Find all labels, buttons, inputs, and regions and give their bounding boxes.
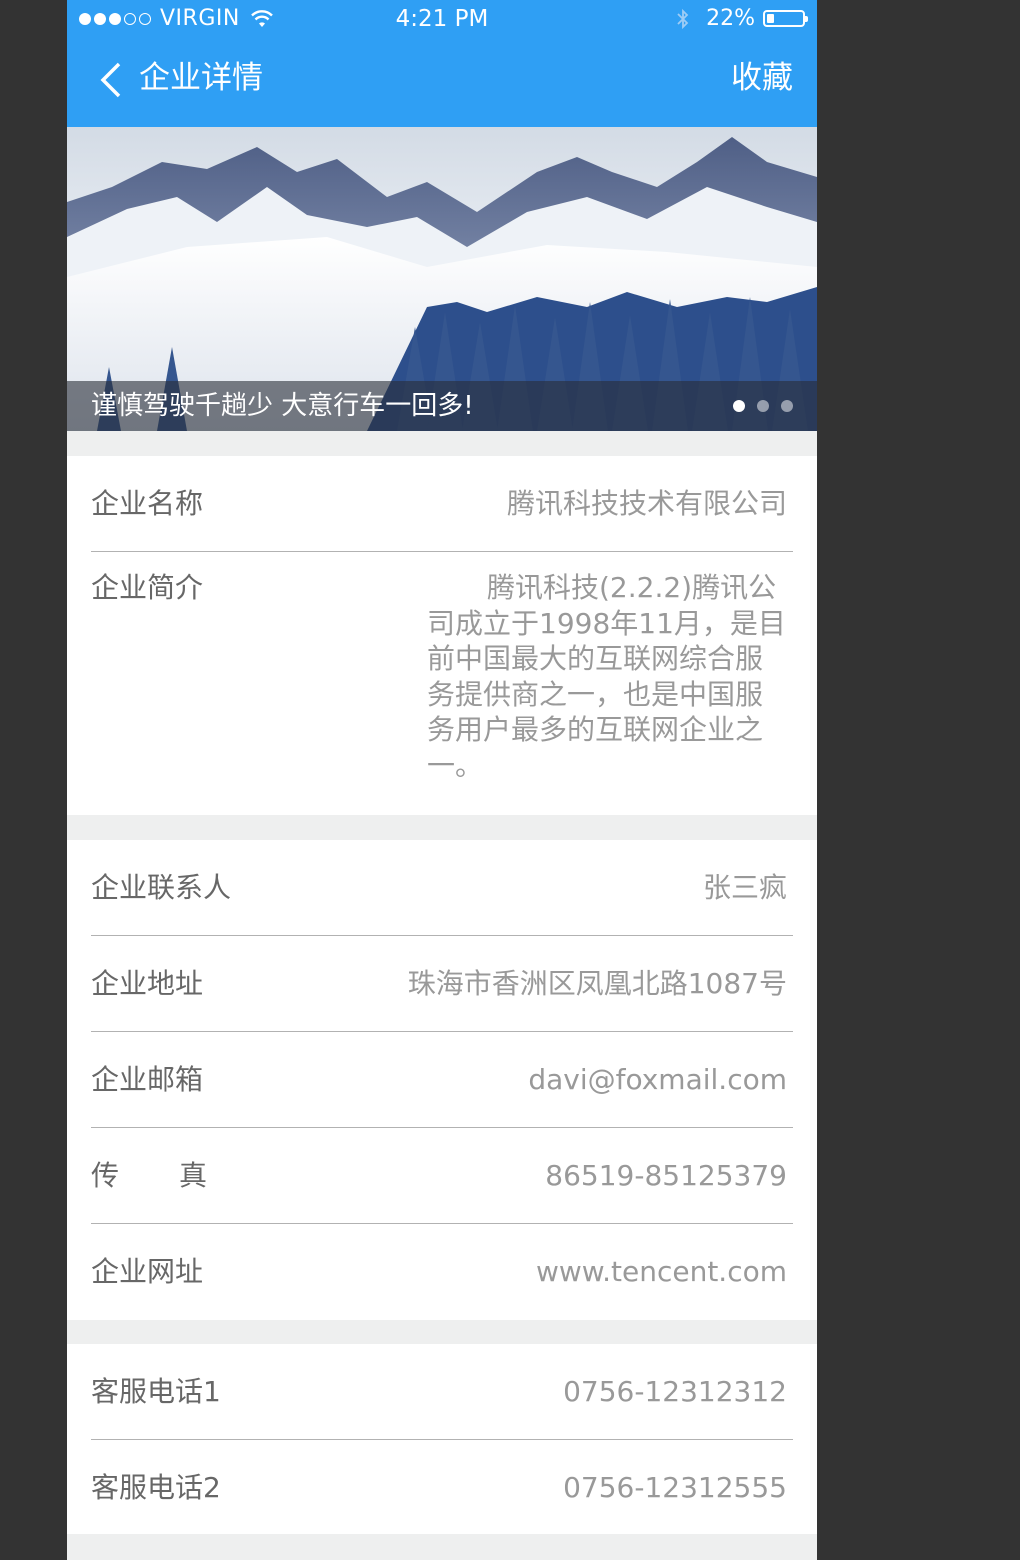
address-row: 企业地址 珠海市香洲区凤凰北路1087号 — [91, 936, 793, 1032]
chevron-left-icon[interactable] — [99, 60, 123, 100]
carousel-dot-3[interactable] — [781, 400, 793, 412]
address-label: 企业地址 — [91, 967, 204, 1000]
contact-person-row: 企业联系人 张三疯 — [91, 840, 793, 936]
company-name-value: 腾讯科技技术有限公司 — [506, 487, 787, 520]
contact-person-value: 张三疯 — [702, 871, 787, 904]
battery-percent: 22% — [706, 6, 755, 31]
status-bar: VIRGIN 4:21 PM 22% — [67, 0, 817, 40]
website-value[interactable]: www.tencent.com — [536, 1254, 787, 1290]
email-label: 企业邮箱 — [91, 1063, 204, 1096]
favorite-button[interactable]: 收藏 — [731, 58, 793, 98]
service-phone-2-label: 客服电话2 — [91, 1471, 221, 1504]
company-name-row: 企业名称 腾讯科技技术有限公司 — [91, 456, 793, 552]
fax-label-char-1: 传 — [91, 1159, 120, 1192]
nav-bar: 企业详情 收藏 — [67, 48, 817, 112]
company-name-label: 企业名称 — [91, 487, 204, 520]
website-label: 企业网址 — [91, 1255, 204, 1288]
battery-icon — [763, 10, 808, 27]
company-info-section: 企业名称 腾讯科技技术有限公司 企业简介 腾讯科技(2.2.2)腾讯公司成立于1… — [67, 456, 817, 815]
email-row[interactable]: 企业邮箱 davi@foxmail.com — [91, 1032, 793, 1128]
page-title: 企业详情 — [139, 60, 263, 96]
carousel-indicators — [721, 400, 793, 412]
banner-caption-bar: 谨慎驾驶千趟少 大意行车一回多! — [67, 381, 817, 431]
carousel-dot-2[interactable] — [757, 400, 769, 412]
company-intro-value: 腾讯科技(2.2.2)腾讯公司成立于1998年11月，是目前中国最大的互联网综合… — [427, 571, 786, 782]
company-intro-row: 企业简介 腾讯科技(2.2.2)腾讯公司成立于1998年11月，是目前中国最大的… — [91, 552, 793, 815]
banner-carousel[interactable]: 谨慎驾驶千趟少 大意行车一回多! — [67, 127, 817, 431]
service-phone-2-row[interactable]: 客服电话2 0756-12312555 — [91, 1440, 793, 1534]
battery-fill — [767, 14, 774, 23]
phone-screen: VIRGIN 4:21 PM 22% 企业详情 收藏 谨慎驾驶千趟少 大意行车一… — [67, 0, 817, 1560]
banner-caption: 谨慎驾驶千趟少 大意行车一回多! — [91, 391, 474, 421]
address-value: 珠海市香洲区凤凰北路1087号 — [407, 967, 787, 1000]
app-header: VIRGIN 4:21 PM 22% 企业详情 收藏 — [67, 0, 817, 127]
service-phone-1-row[interactable]: 客服电话1 0756-12312312 — [91, 1344, 793, 1440]
fax-label: 传真 — [91, 1158, 207, 1194]
service-phone-2-value[interactable]: 0756-12312555 — [563, 1470, 787, 1506]
carousel-dot-1[interactable] — [733, 400, 745, 412]
service-phone-1-label: 客服电话1 — [91, 1375, 221, 1408]
website-row[interactable]: 企业网址 www.tencent.com — [91, 1224, 793, 1320]
service-phone-section: 客服电话1 0756-12312312 客服电话2 0756-12312555 — [67, 1344, 817, 1534]
fax-value: 86519-85125379 — [545, 1159, 787, 1192]
email-value[interactable]: davi@foxmail.com — [528, 1062, 787, 1098]
contact-person-label: 企业联系人 — [91, 871, 232, 904]
fax-label-char-2: 真 — [179, 1159, 208, 1192]
contact-info-section: 企业联系人 张三疯 企业地址 珠海市香洲区凤凰北路1087号 企业邮箱 davi… — [67, 840, 817, 1320]
company-intro-label: 企业简介 — [91, 571, 204, 604]
status-right: 22% — [676, 6, 808, 31]
service-phone-1-value[interactable]: 0756-12312312 — [563, 1374, 787, 1410]
bluetooth-icon — [677, 8, 689, 29]
fax-row: 传真 86519-85125379 — [91, 1128, 793, 1224]
